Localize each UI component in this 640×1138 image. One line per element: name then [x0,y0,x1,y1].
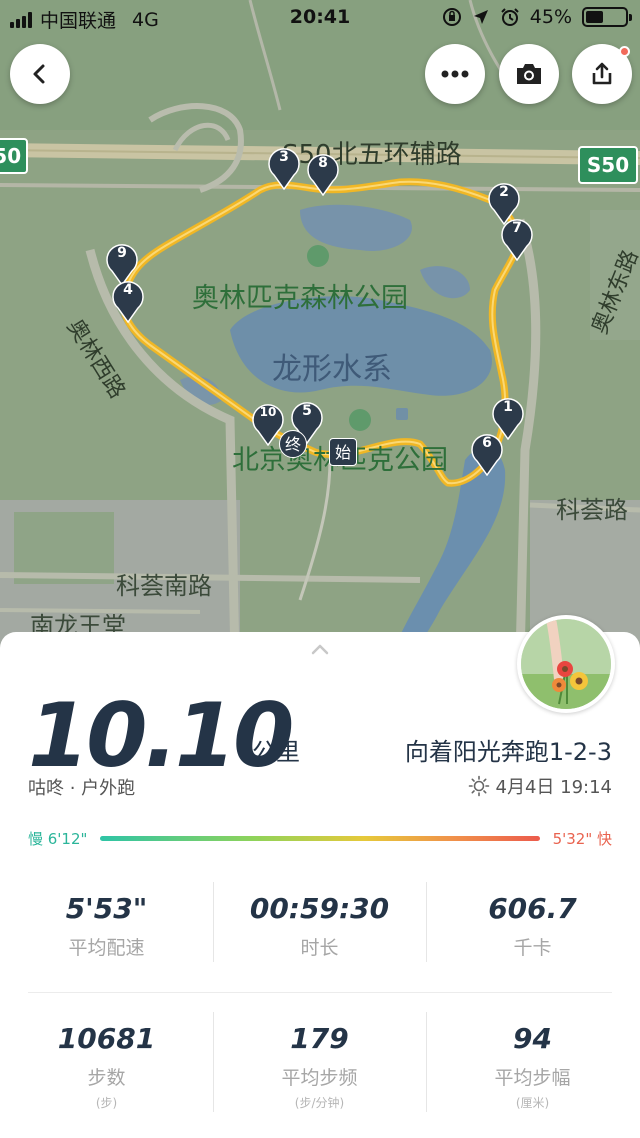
stat-label: 千卡 [513,937,552,959]
km-marker-label: 7 [512,220,522,236]
share-icon [592,62,612,85]
km-marker-label: 2 [499,184,509,200]
share-button[interactable] [572,44,632,104]
km-marker-label: 10 [259,405,277,419]
distance-unit: 公里 [252,738,300,766]
stat-duration: 00:59:30 时长 [213,892,426,960]
carrier-name: 中国联通 [40,10,117,32]
orientation-lock-icon [442,8,461,26]
km-marker-3[interactable]: 3 [267,146,301,191]
stat-label: 步数 [87,1067,126,1089]
stat-unit: (厘米) [515,1096,550,1110]
status-left: 中国联通 4G [10,6,159,33]
battery-icon [582,7,632,27]
pace-gradient-bar [100,836,540,841]
stat-value: 00:59:30 [249,892,390,925]
chevron-up-icon[interactable] [310,642,330,656]
sun-icon [468,775,489,797]
stat-value: 179 [290,1022,349,1055]
km-marker-label: 1 [503,399,513,415]
pace-fast-label: 5'32" 快 [552,830,612,848]
stat-stride: 94 平均步幅 (厘米) [426,1022,639,1111]
km-marker-7[interactable]: 7 [500,217,534,262]
camera-button[interactable] [499,44,559,104]
divider [426,1012,427,1112]
user-avatar[interactable] [517,615,615,713]
km-marker-label: 8 [318,155,328,171]
km-marker-4[interactable]: 4 [111,279,145,324]
km-marker-8[interactable]: 8 [306,152,340,197]
alarm-icon [501,8,519,26]
stat-unit: (步) [95,1096,118,1110]
pace-legend: 慢 6'12" 5'32" 快 [28,828,612,848]
route-start-marker[interactable]: 始 [329,438,357,466]
status-right: 45% [442,6,632,28]
run-datetime: 4月4日 19:14 [468,773,613,799]
location-arrow-icon [473,10,488,24]
km-marker-label: 6 [482,435,492,451]
stat-avg-pace: 5'53" 平均配速 [0,892,213,960]
stat-cadence: 179 平均步频 (步/分钟) [213,1022,426,1111]
km-marker-label: 4 [123,282,133,298]
stat-unit: (步/分钟) [294,1096,345,1110]
km-marker-label: 3 [279,149,289,165]
stat-value: 5'53" [65,892,148,925]
flowers-photo [521,619,611,709]
km-marker-label: 9 [117,245,127,261]
park-label-north: 奥林匹克森林公园 [192,283,408,314]
battery-percent: 45% [529,6,572,28]
pace-slow-label: 慢 6'12" [28,830,88,848]
water-label: 龙形水系 [272,352,392,387]
back-icon [33,64,45,84]
signal-strength-icon [10,11,32,28]
route-map[interactable]: 中国联通 4G 20:41 45% S50 S50 S50北五环辅路 奥林西路 … [0,0,640,660]
run-source: 咕咚 · 户外跑 [28,778,136,799]
km-marker-6[interactable]: 6 [470,432,504,477]
km-marker-label: 5 [302,403,312,419]
run-date: 4月4日 19:14 [495,777,613,798]
more-button[interactable] [425,44,485,104]
stat-value: 94 [513,1022,552,1055]
stat-value: 606.7 [488,892,577,925]
back-button[interactable] [10,44,70,104]
stat-label: 时长 [300,937,339,959]
status-bar: 中国联通 4G 20:41 45% [0,0,640,36]
divider [426,882,427,962]
network-type: 4G [132,8,159,31]
divider [28,992,612,993]
stat-label: 平均配速 [68,937,145,959]
camera-icon [517,64,541,84]
divider [213,1012,214,1112]
s50-shield-left: S50 [0,138,28,174]
route-end-marker[interactable]: 终 [279,430,307,458]
stat-label: 平均步幅 [494,1067,571,1089]
stat-label: 平均步频 [281,1067,358,1089]
more-icon [441,70,469,78]
run-title[interactable]: 向着阳光奔跑1-2-3 [405,732,612,767]
divider [213,882,214,962]
stat-steps: 10681 步数 (步) [0,1022,213,1111]
stat-calories: 606.7 千卡 [426,892,639,960]
stat-value: 10681 [57,1022,156,1055]
s50-shield-right: S50 [578,146,638,184]
road-label-kehui-south: 科荟南路 [116,572,212,600]
road-label-kehui: 科荟路 [556,496,628,524]
notification-dot [619,46,630,57]
